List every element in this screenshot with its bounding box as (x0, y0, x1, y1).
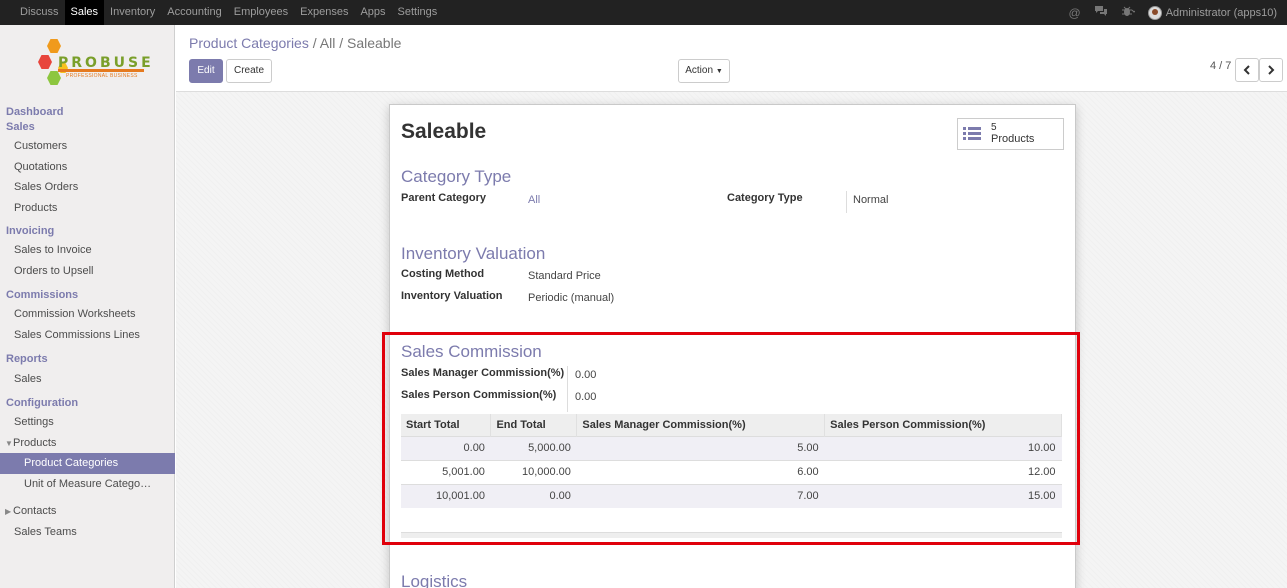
sidebar-item-product-categories[interactable]: Product Categories (0, 453, 175, 474)
menu-accounting[interactable]: Accounting (161, 0, 227, 25)
sidebar-item-sales-commissions-lines[interactable]: Sales Commissions Lines (0, 325, 175, 346)
menu-sales[interactable]: Sales (64, 0, 105, 25)
section-inventory-valuation: Inventory Valuation (401, 244, 546, 263)
sidebar-item-commission-worksheets[interactable]: Commission Worksheets (0, 304, 175, 325)
bug-icon[interactable] (1121, 5, 1136, 20)
products-count: 5 (991, 122, 997, 133)
pager-next-button[interactable] (1259, 58, 1283, 82)
pager-value: 4 / 7 (1210, 60, 1232, 72)
inventory-valuation-value: Periodic (manual) (528, 292, 615, 304)
caret-right-icon: ▶ (5, 507, 12, 516)
menu-apps[interactable]: Apps (354, 0, 391, 25)
sidebar-header-commissions: Commissions (6, 289, 79, 301)
chat-icon[interactable] (1094, 5, 1108, 20)
parent-category-value[interactable]: All (528, 194, 540, 206)
record-title: Saleable (401, 120, 487, 143)
costing-method-label: Costing Method (401, 268, 485, 280)
sidebar-item-settings[interactable]: Settings (0, 412, 175, 433)
company-logo: PROBUSE PROFESSIONAL BUSINESS (33, 35, 151, 97)
sidebar-item-products[interactable]: Products (0, 198, 175, 219)
top-navbar: Discuss Sales Inventory Accounting Emplo… (0, 0, 1287, 25)
sidebar-item-orders-to-upsell[interactable]: Orders to Upsell (0, 261, 175, 282)
user-menu[interactable]: Administrator (apps10) (1147, 5, 1277, 20)
costing-method-value: Standard Price (528, 270, 601, 282)
sidebar-header-reports: Reports (6, 353, 48, 365)
action-dropdown[interactable]: Action ▼ (678, 59, 730, 83)
category-type-label: Category Type (727, 192, 803, 204)
edit-button[interactable]: Edit (189, 59, 223, 83)
sidebar-dashboard[interactable]: Dashboard (0, 105, 175, 120)
caret-down-icon: ▼ (5, 438, 13, 448)
sidebar-header-invoicing: Invoicing (6, 225, 55, 237)
sidebar-item-sales-to-invoice[interactable]: Sales to Invoice (0, 240, 175, 261)
category-type-value: Normal (853, 194, 889, 206)
highlight-box (382, 332, 1080, 545)
breadcrumb-link[interactable]: Product Categories (189, 35, 309, 51)
user-name: Administrator (apps10) (1165, 6, 1277, 19)
pager-previous-button[interactable] (1235, 58, 1259, 82)
sidebar-item-quotations[interactable]: Quotations (0, 157, 175, 178)
inventory-valuation-label: Inventory Valuation (401, 290, 503, 302)
sidebar-item-sales-teams[interactable]: Sales Teams (0, 522, 175, 543)
sidebar-group-products[interactable]: ▼Products (0, 433, 175, 454)
sidebar-header-configuration: Configuration (6, 397, 79, 409)
sidebar-item-sales-orders[interactable]: Sales Orders (0, 177, 175, 198)
caret-down-icon: ▼ (715, 68, 723, 75)
products-stat-button[interactable]: 5 Products (957, 118, 1064, 150)
menu-employees[interactable]: Employees (228, 0, 294, 25)
menu-inventory[interactable]: Inventory (104, 0, 161, 25)
sidebar: PROBUSE PROFESSIONAL BUSINESS Dashboard … (0, 25, 175, 588)
breadcrumb-current: All / Saleable (319, 35, 402, 51)
menu-expenses[interactable]: Expenses (294, 0, 354, 25)
section-category-type: Category Type (401, 167, 512, 186)
control-panel: Product Categories / All / Saleable Edit… (176, 25, 1287, 92)
sidebar-item-unit-of-measure[interactable]: Unit of Measure Catego… (0, 474, 175, 495)
avatar (1147, 5, 1162, 20)
logo-tagline: PROFESSIONAL BUSINESS (66, 73, 138, 79)
breadcrumb: Product Categories / All / Saleable (189, 35, 402, 51)
sidebar-item-reports-sales[interactable]: Sales (0, 369, 175, 390)
at-icon[interactable]: @ (1069, 6, 1081, 20)
sidebar-group-contacts[interactable]: ▶ Contacts (0, 501, 175, 522)
menu-discuss[interactable]: Discuss (14, 0, 65, 25)
create-button[interactable]: Create (226, 59, 272, 83)
sidebar-item-customers[interactable]: Customers (0, 136, 175, 157)
sidebar-header-sales: Sales (6, 121, 35, 133)
list-icon (963, 127, 981, 141)
section-logistics: Logistics (401, 572, 468, 588)
main-menu: Discuss Sales Inventory Accounting Emplo… (14, 0, 443, 25)
menu-settings[interactable]: Settings (392, 0, 444, 25)
parent-category-label: Parent Category (401, 192, 486, 204)
products-label: Products (991, 133, 1035, 145)
